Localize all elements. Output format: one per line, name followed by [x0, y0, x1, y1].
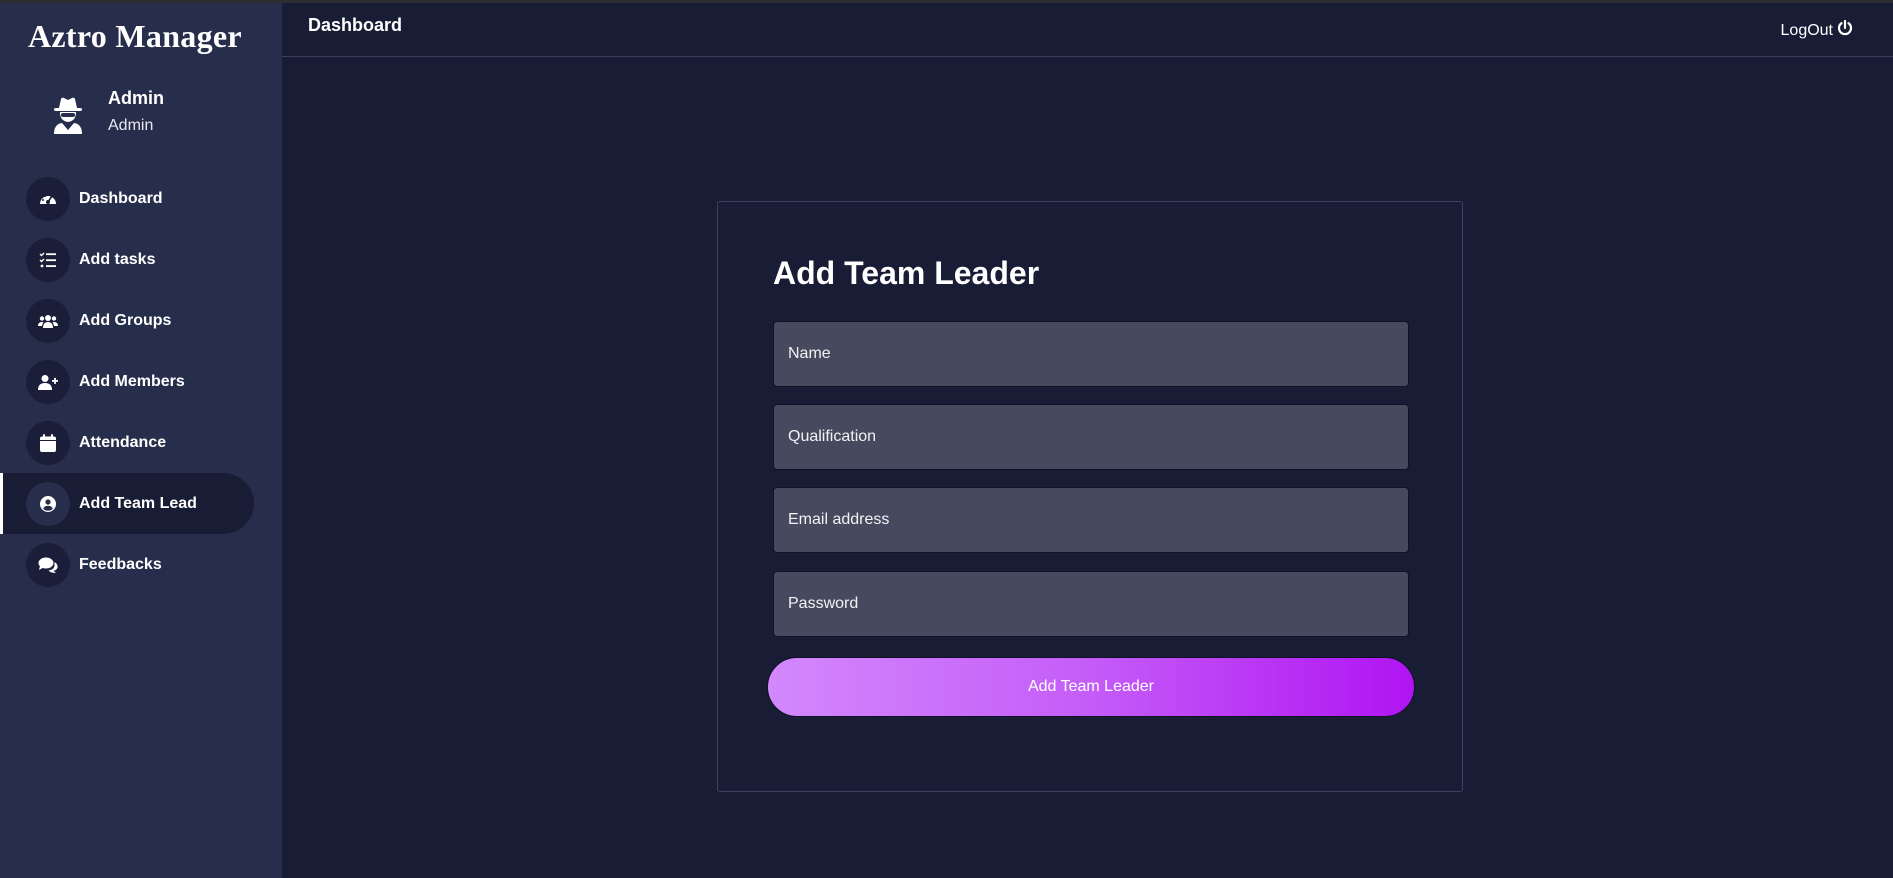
- sidebar-item-dashboard[interactable]: Dashboard: [0, 168, 254, 229]
- sidebar-item-attendance[interactable]: Attendance: [0, 412, 254, 473]
- sidebar-item-label: Feedbacks: [79, 555, 162, 573]
- logout-button[interactable]: LogOut: [1780, 19, 1853, 41]
- task-list-icon: [26, 237, 70, 282]
- sidebar-item-label: Add Team Lead: [79, 494, 197, 512]
- sidebar-item-feedbacks[interactable]: Feedbacks: [0, 534, 254, 595]
- comments-icon: [26, 542, 70, 587]
- sidebar-item-label: Add Members: [79, 372, 185, 390]
- sidebar-item-add-groups[interactable]: Add Groups: [0, 290, 254, 351]
- form-title: Add Team Leader: [773, 255, 1040, 291]
- sidebar-item-label: Attendance: [79, 433, 167, 451]
- add-team-leader-button[interactable]: Add Team Leader: [767, 657, 1415, 717]
- sidebar-item-label: Dashboard: [79, 189, 163, 207]
- add-team-leader-card: Add Team Leader Add Team Leader: [717, 201, 1463, 792]
- password-input[interactable]: [773, 571, 1409, 637]
- user-circle-icon: [26, 481, 70, 526]
- logout-label: LogOut: [1780, 21, 1833, 39]
- gauge-icon: [26, 176, 70, 221]
- sidebar-item-add-tasks[interactable]: Add tasks: [0, 229, 254, 290]
- sidebar-item-add-members[interactable]: Add Members: [0, 351, 254, 412]
- user-profile: Admin Admin: [48, 86, 268, 146]
- calendar-icon: [26, 420, 70, 465]
- sidebar-nav: Dashboard Add tasks Add Groups Add Membe…: [0, 168, 282, 595]
- user-plus-icon: [26, 359, 70, 404]
- users-icon: [26, 298, 70, 343]
- page-title: Dashboard: [308, 15, 403, 35]
- sidebar-item-add-team-lead[interactable]: Add Team Lead: [0, 473, 254, 534]
- profile-name: Admin: [108, 88, 164, 108]
- sidebar-item-label: Add tasks: [79, 250, 156, 268]
- qualification-input[interactable]: [773, 404, 1409, 470]
- app-title: Aztro Manager: [28, 18, 242, 54]
- profile-role: Admin: [108, 117, 154, 134]
- email-input[interactable]: [773, 487, 1409, 553]
- user-secret-icon: [48, 94, 88, 134]
- name-input[interactable]: [773, 321, 1409, 387]
- sidebar: Aztro Manager Admin Admin Dashboard Add …: [0, 0, 282, 878]
- top-header: Dashboard LogOut: [282, 3, 1893, 57]
- sidebar-item-label: Add Groups: [79, 311, 172, 329]
- power-icon: [1837, 19, 1853, 41]
- window-top-strip: [0, 0, 1893, 3]
